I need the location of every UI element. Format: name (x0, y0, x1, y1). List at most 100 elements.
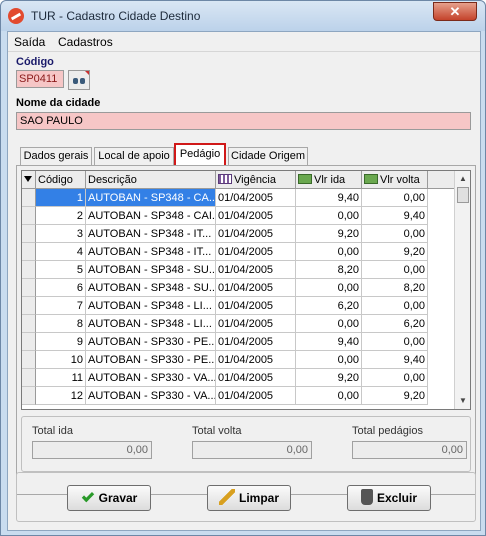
table-cell[interactable]: 1 (36, 189, 86, 207)
table-cell[interactable]: 2 (36, 207, 86, 225)
table-cell[interactable]: 10 (36, 351, 86, 369)
table-cell[interactable]: AUTOBAN - SP348 - IT... (86, 243, 216, 261)
table-cell[interactable]: 3 (36, 225, 86, 243)
header-vigencia[interactable]: Vigência (216, 171, 296, 189)
table-row[interactable]: 3 AUTOBAN - SP348 - IT... 01/04/2005 9,20 0,… (22, 225, 455, 243)
table-cell[interactable]: 01/04/2005 (216, 315, 296, 333)
table-cell[interactable]: 8,20 (296, 261, 362, 279)
table-cell[interactable]: 0,00 (362, 297, 428, 315)
table-cell[interactable]: AUTOBAN - SP348 - CAI... (86, 207, 216, 225)
gravar-button[interactable]: Gravar (67, 485, 151, 511)
table-cell[interactable]: 8 (36, 315, 86, 333)
tab-cidade-origem[interactable]: Cidade Origem (228, 147, 308, 165)
tab-pedagio[interactable]: Pedágio (174, 143, 226, 165)
close-button[interactable]: ✕ (433, 2, 477, 21)
excluir-button[interactable]: Excluir (347, 485, 431, 511)
menu-cadastros[interactable]: Cadastros (58, 35, 113, 49)
tab-local-de-apoio[interactable]: Local de apoio (94, 147, 174, 165)
table-cell[interactable]: 01/04/2005 (216, 387, 296, 405)
table-cell[interactable]: 0,00 (362, 333, 428, 351)
table-cell[interactable]: AUTOBAN - SP348 - SU... (86, 279, 216, 297)
header-vlr-volta[interactable]: Vlr volta (362, 171, 428, 189)
title-bar[interactable]: TUR - Cadastro Cidade Destino ✕ (1, 1, 485, 31)
table-cell[interactable]: 9,40 (362, 351, 428, 369)
row-indicator[interactable] (22, 279, 36, 297)
tab-dados-gerais[interactable]: Dados gerais (20, 147, 92, 165)
row-indicator[interactable] (22, 261, 36, 279)
table-cell[interactable]: 01/04/2005 (216, 243, 296, 261)
table-cell[interactable]: 0,00 (362, 369, 428, 387)
table-cell[interactable]: 01/04/2005 (216, 225, 296, 243)
table-cell[interactable]: 0,00 (296, 207, 362, 225)
table-cell[interactable]: AUTOBAN - SP348 - LI... (86, 315, 216, 333)
row-indicator[interactable] (22, 297, 36, 315)
table-cell[interactable]: 01/04/2005 (216, 333, 296, 351)
row-indicator[interactable] (22, 351, 36, 369)
table-row[interactable]: 10 AUTOBAN - SP330 - PE... 01/04/2005 0,00 9… (22, 351, 455, 369)
table-cell[interactable]: AUTOBAN - SP330 - PE... (86, 351, 216, 369)
table-cell[interactable]: 9,20 (296, 369, 362, 387)
table-cell[interactable]: AUTOBAN - SP330 - VA... (86, 387, 216, 405)
scroll-thumb[interactable] (457, 187, 469, 203)
table-cell[interactable]: 9,40 (296, 189, 362, 207)
row-indicator[interactable] (22, 333, 36, 351)
table-row[interactable]: 5 AUTOBAN - SP348 - SU... 01/04/2005 8,20 0,… (22, 261, 455, 279)
table-cell[interactable]: 4 (36, 243, 86, 261)
row-indicator[interactable] (22, 189, 36, 207)
table-row[interactable]: 2 AUTOBAN - SP348 - CAI... 01/04/2005 0,00 9… (22, 207, 455, 225)
row-indicator[interactable] (22, 387, 36, 405)
table-row[interactable]: 8 AUTOBAN - SP348 - LI... 01/04/2005 0,00 6,… (22, 315, 455, 333)
table-cell[interactable]: 01/04/2005 (216, 351, 296, 369)
header-vlr-ida[interactable]: Vlr ida (296, 171, 362, 189)
table-cell[interactable]: 9,20 (296, 225, 362, 243)
table-cell[interactable]: 0,00 (362, 189, 428, 207)
search-binoculars-button[interactable] (68, 70, 90, 90)
table-cell[interactable]: 5 (36, 261, 86, 279)
table-row[interactable]: 4 AUTOBAN - SP348 - IT... 01/04/2005 0,00 9,… (22, 243, 455, 261)
table-cell[interactable]: AUTOBAN - SP348 - IT... (86, 225, 216, 243)
header-descricao[interactable]: Descrição (86, 171, 216, 189)
table-row[interactable]: 7 AUTOBAN - SP348 - LI... 01/04/2005 6,20 0,… (22, 297, 455, 315)
table-row[interactable]: 11 AUTOBAN - SP330 - VA... 01/04/2005 9,20 0… (22, 369, 455, 387)
header-codigo[interactable]: Código (36, 171, 86, 189)
table-cell[interactable]: AUTOBAN - SP330 - VA... (86, 369, 216, 387)
table-cell[interactable]: 01/04/2005 (216, 297, 296, 315)
table-cell[interactable]: 7 (36, 297, 86, 315)
table-cell[interactable]: 01/04/2005 (216, 369, 296, 387)
table-cell[interactable]: 6 (36, 279, 86, 297)
table-row[interactable]: 6 AUTOBAN - SP348 - SU... 01/04/2005 0,00 8,… (22, 279, 455, 297)
table-cell[interactable]: 9,40 (362, 207, 428, 225)
grid-vertical-scrollbar[interactable]: ▲ ▼ (454, 171, 470, 409)
row-indicator[interactable] (22, 315, 36, 333)
codigo-field[interactable]: SP0411 (16, 70, 64, 88)
table-cell[interactable]: 9,40 (296, 333, 362, 351)
table-cell[interactable]: 9,20 (362, 243, 428, 261)
header-indicator[interactable] (22, 171, 36, 189)
table-cell[interactable]: 0,00 (296, 279, 362, 297)
table-cell[interactable]: 0,00 (296, 387, 362, 405)
table-cell[interactable]: AUTOBAN - SP348 - LI... (86, 297, 216, 315)
row-indicator[interactable] (22, 243, 36, 261)
table-cell[interactable]: 8,20 (362, 279, 428, 297)
scroll-up-icon[interactable]: ▲ (456, 172, 470, 186)
table-cell[interactable]: 0,00 (362, 261, 428, 279)
table-cell[interactable]: 0,00 (362, 225, 428, 243)
table-cell[interactable]: AUTOBAN - SP348 - SU... (86, 261, 216, 279)
table-cell[interactable]: 11 (36, 369, 86, 387)
table-cell[interactable]: 12 (36, 387, 86, 405)
table-cell[interactable]: 01/04/2005 (216, 207, 296, 225)
table-row[interactable]: 12 AUTOBAN - SP330 - VA... 01/04/2005 0,00 9… (22, 387, 455, 405)
row-indicator[interactable] (22, 369, 36, 387)
table-cell[interactable]: 0,00 (296, 351, 362, 369)
table-cell[interactable]: 0,00 (296, 243, 362, 261)
menu-saida[interactable]: Saída (14, 35, 45, 49)
table-cell[interactable]: 01/04/2005 (216, 279, 296, 297)
table-row[interactable]: 1 AUTOBAN - SP348 - CA... 01/04/2005 9,40 0,… (22, 189, 455, 207)
limpar-button[interactable]: Limpar (207, 485, 291, 511)
scroll-down-icon[interactable]: ▼ (456, 394, 470, 408)
table-cell[interactable]: 6,20 (296, 297, 362, 315)
table-cell[interactable]: 9 (36, 333, 86, 351)
table-cell[interactable]: AUTOBAN - SP348 - CA... (86, 189, 216, 207)
nome-cidade-field[interactable]: SAO PAULO (16, 112, 471, 130)
table-cell[interactable]: 6,20 (362, 315, 428, 333)
